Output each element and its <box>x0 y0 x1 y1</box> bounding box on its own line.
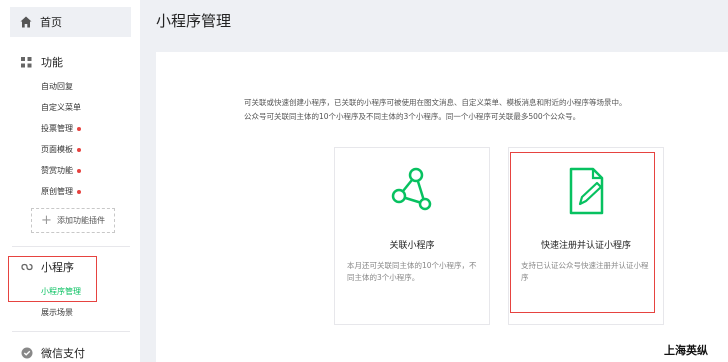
sidebar-section-miniprogram[interactable]: 小程序 <box>21 259 74 275</box>
home-icon <box>20 16 32 28</box>
description-line-1: 可关联或快速创建小程序，已关联的小程序可被使用在图文消息、自定义菜单、模板消息和… <box>244 98 627 107</box>
sidebar-item-auto-reply[interactable]: 自动回复 <box>41 81 73 92</box>
sidebar-item-vote-management[interactable]: 投票管理 <box>41 123 81 134</box>
wechat-pay-icon <box>21 347 33 359</box>
sidebar-item-label: 小程序管理 <box>41 287 81 296</box>
notification-dot <box>77 126 81 131</box>
link-miniprogram-card[interactable]: 关联小程序 本月还可关联同主体的10个小程序，不同主体的3个小程序。 <box>334 147 490 325</box>
sidebar-item-appreciation[interactable]: 赞赏功能 <box>41 165 81 176</box>
description-line-2: 公众号可关联同主体的10个小程序及不同主体的3个小程序。同一个小程序可关联最多5… <box>244 112 581 121</box>
page-header: 小程序管理 <box>140 0 728 44</box>
sidebar-section-wechat-pay[interactable]: 微信支付 <box>21 345 85 361</box>
sidebar-item-label: 首页 <box>40 16 62 29</box>
page-title: 小程序管理 <box>156 12 232 30</box>
sidebar: 首页 功能 自动回复 自定义菜单 投票管理 页面模板 赞赏功能 原创管理 + 添… <box>0 0 140 362</box>
sidebar-item-label: 页面模板 <box>41 145 73 154</box>
sidebar-item-display-scene[interactable]: 展示场景 <box>41 307 73 318</box>
notification-dot <box>77 168 81 173</box>
sidebar-item-home[interactable]: 首页 <box>10 7 131 37</box>
sidebar-item-page-template[interactable]: 页面模板 <box>41 144 81 155</box>
sidebar-item-label: 自定义菜单 <box>41 103 81 112</box>
miniprogram-icon <box>21 263 33 271</box>
sidebar-section-functions[interactable]: 功能 <box>21 54 63 70</box>
content-panel: 可关联或快速创建小程序，已关联的小程序可被使用在图文消息、自定义菜单、模板消息和… <box>156 52 728 362</box>
sidebar-item-original-management[interactable]: 原创管理 <box>41 186 81 197</box>
add-plugin-button[interactable]: + 添加功能插件 <box>31 208 115 233</box>
link-nodes-icon <box>391 167 432 211</box>
notification-dot <box>77 147 81 152</box>
grid-icon <box>21 56 32 67</box>
divider <box>12 246 130 247</box>
sidebar-item-label: 投票管理 <box>41 124 73 133</box>
sidebar-item-miniprogram-management[interactable]: 小程序管理 <box>41 286 81 297</box>
sidebar-item-label: 原创管理 <box>41 187 73 196</box>
sidebar-item-custom-menu[interactable]: 自定义菜单 <box>41 102 81 113</box>
section-label: 功能 <box>41 56 63 69</box>
sidebar-item-label: 自动回复 <box>41 82 73 91</box>
sidebar-item-label: 赞赏功能 <box>41 166 73 175</box>
card-description: 本月还可关联同主体的10个小程序，不同主体的3个小程序。 <box>347 261 477 282</box>
plus-icon: + <box>41 213 52 228</box>
divider <box>12 331 130 332</box>
watermark-text: 上海英纵 <box>664 344 708 357</box>
notification-dot <box>77 189 81 194</box>
highlight-box <box>510 152 655 313</box>
add-plugin-label: 添加功能插件 <box>56 216 105 225</box>
card-title: 关联小程序 <box>389 241 435 251</box>
section-label: 小程序 <box>41 261 74 274</box>
section-label: 微信支付 <box>41 347 85 360</box>
sidebar-item-label: 展示场景 <box>41 308 73 317</box>
